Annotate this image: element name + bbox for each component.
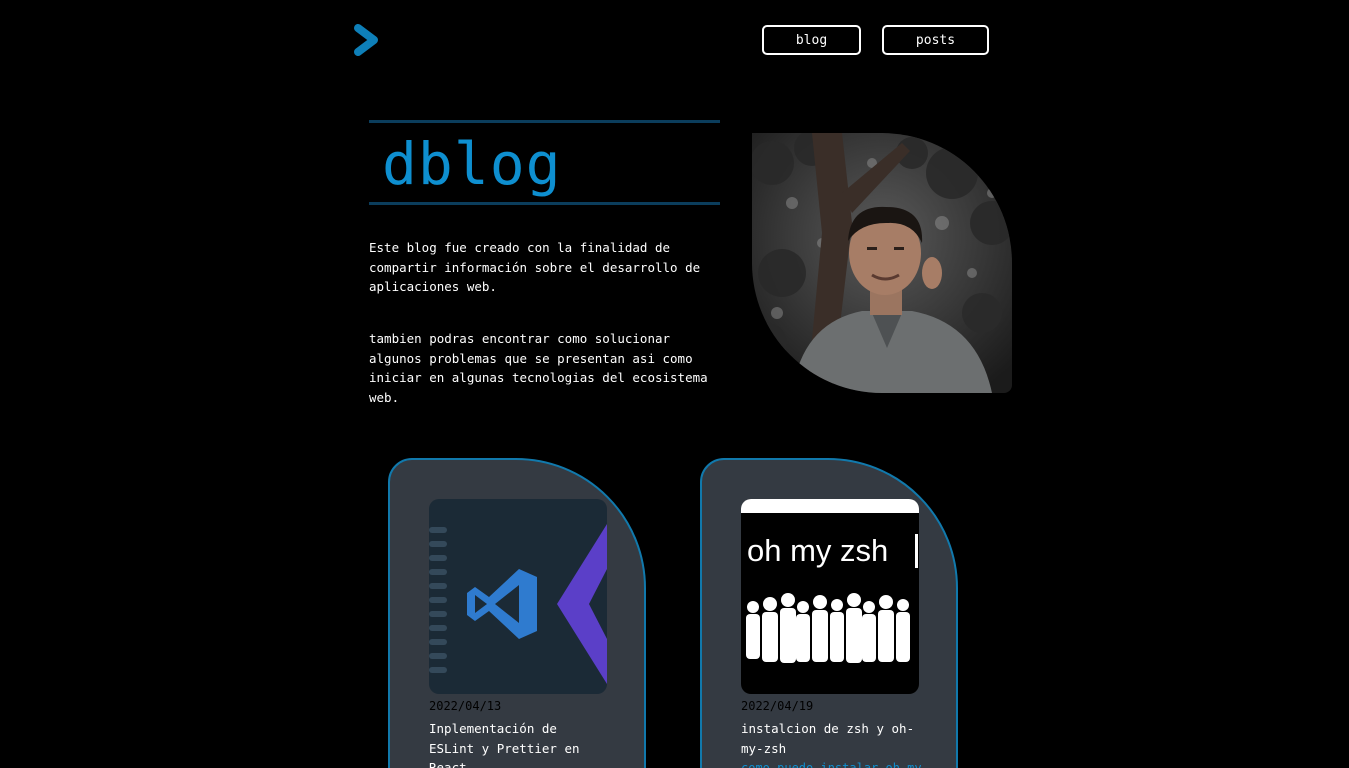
post-card[interactable]: oh my zsh 2022/04/19 instalcion de zsh y… [700,458,958,768]
page-title: dblog [382,130,562,198]
intro-paragraph: Este blog fue creado con la finalidad de… [369,240,701,295]
title-divider-top [369,120,720,123]
post-title[interactable]: Inplementación de ESLint y Prettier en R… [429,719,609,768]
post-date: 2022/04/13 [429,699,502,713]
post-link[interactable]: como puedo instalar oh-my-zsh [741,759,921,768]
ohmyzsh-logo-text: oh my zsh [747,533,888,568]
chevron-right-icon[interactable] [352,22,382,58]
author-photo [752,133,1012,393]
page: blog posts dblog Este blog fue creado co… [0,0,1349,768]
nav-blog-button[interactable]: blog [762,25,861,55]
post-thumbnail-ohmyzsh: oh my zsh [741,499,919,694]
nav-posts-button[interactable]: posts [882,25,989,55]
intro-paragraph-secondary: tambien podras encontrar como solucionar… [369,331,708,405]
post-card[interactable]: 2022/04/13 Inplementación de ESLint y Pr… [388,458,646,768]
title-divider-bottom [369,202,720,205]
post-date: 2022/04/19 [741,699,814,713]
post-title[interactable]: instalcion de zsh y oh-my-zsh [741,719,921,758]
post-thumbnail-vscode [429,499,607,694]
